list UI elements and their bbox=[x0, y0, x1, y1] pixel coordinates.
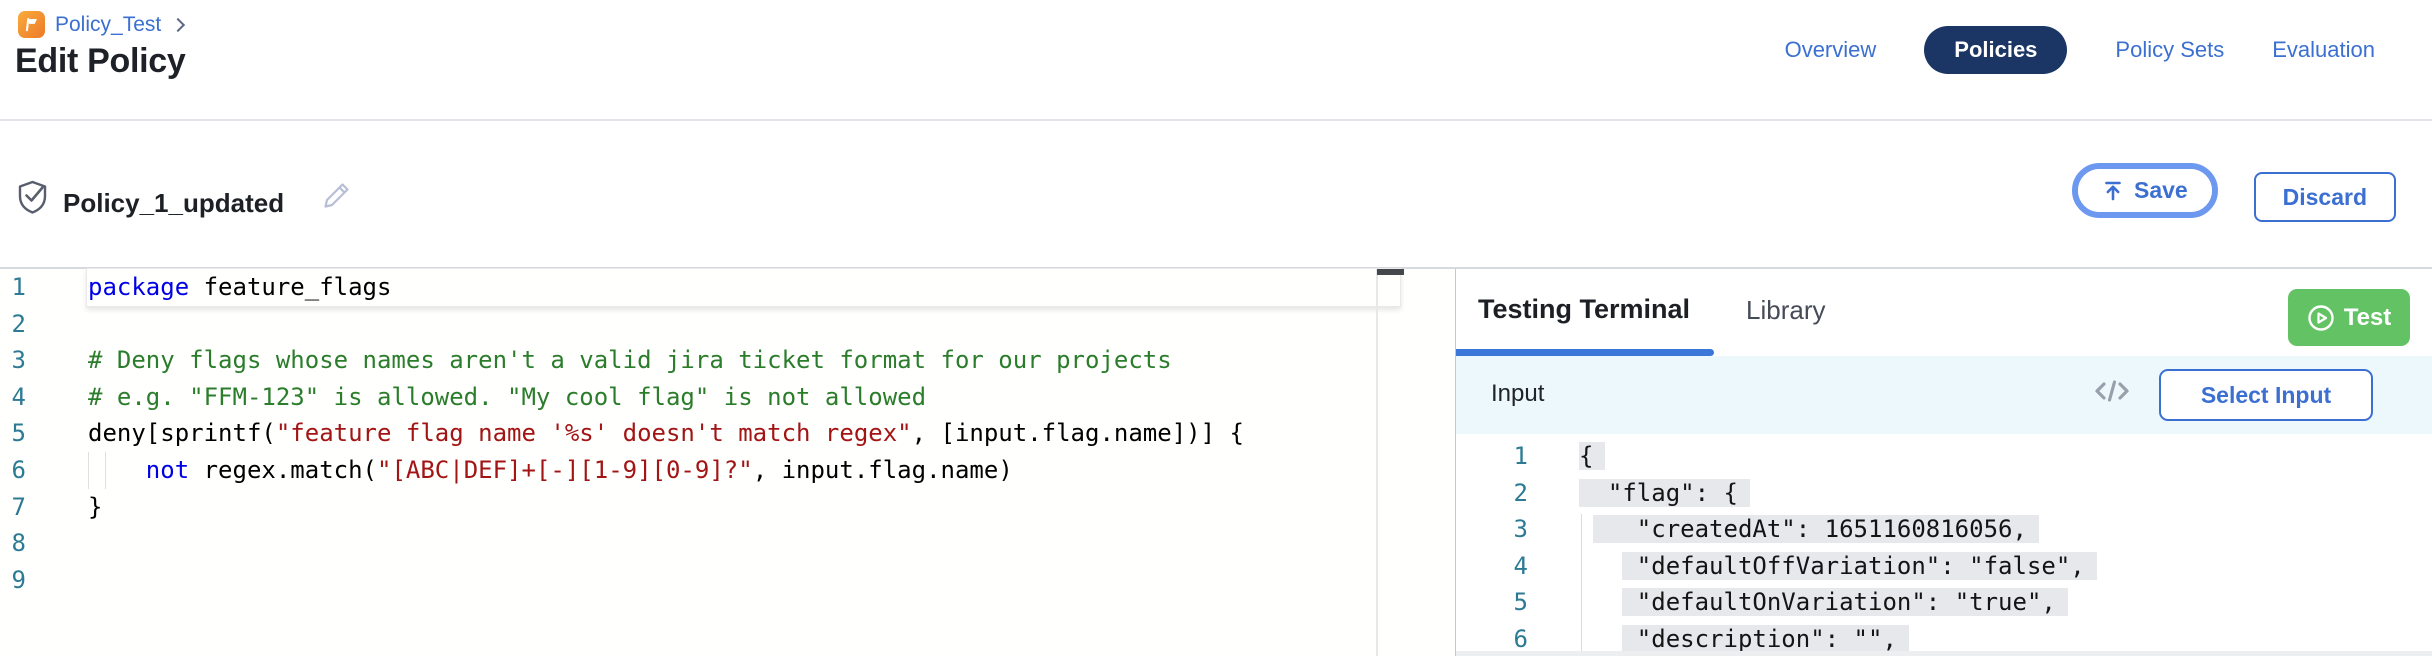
breadcrumb: Policy_Test bbox=[18, 11, 183, 38]
save-button-focus-ring: Save bbox=[2072, 163, 2218, 218]
json-text: "createdAt": 1651160816056, bbox=[1579, 511, 2039, 548]
nav-item-evaluation[interactable]: Evaluation bbox=[2272, 37, 2375, 63]
page-title: Edit Policy bbox=[15, 42, 186, 81]
edit-policy-page: Policy_Test Edit Policy Overview Policie… bbox=[0, 0, 2432, 656]
flag-glyph bbox=[22, 15, 41, 34]
line-number: 4 bbox=[1456, 548, 1528, 585]
upload-arrow-icon bbox=[2102, 180, 2124, 202]
input-editor-hscrollbar[interactable] bbox=[1456, 651, 2432, 656]
json-line[interactable]: 2 "flag": { bbox=[1456, 475, 2432, 512]
editor-scrollbar-track bbox=[1376, 269, 1378, 656]
discard-button[interactable]: Discard bbox=[2254, 172, 2396, 222]
json-line[interactable]: 3 "createdAt": 1651160816056, bbox=[1456, 511, 2432, 548]
line-number: 2 bbox=[0, 306, 26, 343]
line-number: 6 bbox=[0, 452, 26, 489]
code-text: } bbox=[88, 489, 102, 526]
testing-panel: Testing Terminal Library Test Input S bbox=[1455, 269, 2432, 656]
testing-panel-tabs: Testing Terminal Library Test bbox=[1456, 269, 2432, 356]
line-number: 5 bbox=[0, 415, 26, 452]
tab-library[interactable]: Library bbox=[1746, 295, 1825, 326]
code-line[interactable]: 3 # Deny flags whose names aren't a valid… bbox=[0, 342, 1455, 379]
input-json-editor[interactable]: 1{2 "flag": {3 "createdAt": 165116081605… bbox=[1456, 434, 2432, 656]
json-text: "defaultOnVariation": "true", bbox=[1579, 584, 2068, 621]
json-lines: 1{2 "flag": {3 "createdAt": 165116081605… bbox=[1456, 438, 2432, 656]
save-button[interactable]: Save bbox=[2078, 169, 2212, 212]
chevron-right-icon bbox=[171, 17, 185, 31]
select-input-button[interactable]: Select Input bbox=[2159, 369, 2373, 421]
policy-shield-check-icon bbox=[17, 180, 48, 215]
json-line[interactable]: 4 "defaultOffVariation": "false", bbox=[1456, 548, 2432, 585]
play-circle-icon bbox=[2307, 304, 2335, 332]
code-line[interactable]: 9 bbox=[0, 562, 1455, 599]
line-number: 7 bbox=[0, 489, 26, 526]
code-text: deny[sprintf("feature flag name '%s' doe… bbox=[88, 415, 1244, 452]
code-text: package feature_flags bbox=[88, 269, 391, 306]
code-line[interactable]: 4 # e.g. "FFM-123" is allowed. "My cool f… bbox=[0, 379, 1455, 416]
line-number: 3 bbox=[1456, 511, 1528, 548]
line-number: 8 bbox=[0, 525, 26, 562]
input-label: Input bbox=[1491, 380, 1544, 408]
nav-item-overview[interactable]: Overview bbox=[1785, 37, 1877, 63]
code-line[interactable]: 2 bbox=[0, 306, 1455, 343]
input-header-bar: Input Select Input bbox=[1456, 356, 2432, 434]
code-line[interactable]: 7} bbox=[0, 489, 1455, 526]
header-divider bbox=[0, 119, 2432, 121]
save-button-label: Save bbox=[2134, 177, 2188, 204]
line-number: 5 bbox=[1456, 584, 1528, 621]
code-line[interactable]: 6 not regex.match("[ABC|DEF]+[-][1-9][0-… bbox=[0, 452, 1455, 489]
test-button[interactable]: Test bbox=[2288, 289, 2410, 346]
line-number: 2 bbox=[1456, 475, 1528, 512]
policy-name: Policy_1_updated bbox=[63, 188, 284, 219]
code-line[interactable]: 5 deny[sprintf("feature flag name '%s' do… bbox=[0, 415, 1455, 452]
code-view-icon[interactable] bbox=[2092, 376, 2132, 406]
edit-name-pencil-icon[interactable] bbox=[320, 179, 353, 212]
code-line[interactable]: 8 bbox=[0, 525, 1455, 562]
line-number: 4 bbox=[0, 379, 26, 416]
project-logo-icon bbox=[18, 11, 45, 38]
nav-item-policies-active[interactable]: Policies bbox=[1924, 26, 2067, 74]
json-text: "flag": { bbox=[1579, 475, 1750, 512]
active-tab-underline bbox=[1456, 349, 1714, 356]
json-line[interactable]: 5 "defaultOnVariation": "true", bbox=[1456, 584, 2432, 621]
line-number: 1 bbox=[1456, 438, 1528, 475]
tab-testing-terminal[interactable]: Testing Terminal bbox=[1478, 294, 1690, 325]
line-number: 9 bbox=[0, 562, 26, 599]
policy-code-editor[interactable]: 1 package feature_flags 23 # Deny flags who… bbox=[0, 269, 1455, 656]
line-number: 3 bbox=[0, 342, 26, 379]
nav-item-policy-sets[interactable]: Policy Sets bbox=[2115, 37, 2224, 63]
json-text: { bbox=[1579, 438, 1605, 475]
test-button-label: Test bbox=[2344, 304, 2392, 332]
json-line[interactable]: 1{ bbox=[1456, 438, 2432, 475]
code-text: # e.g. "FFM-123" is allowed. "My cool fl… bbox=[88, 379, 926, 416]
code-text: not regex.match("[ABC|DEF]+[-][1-9][0-9]… bbox=[88, 452, 1013, 489]
json-text: "defaultOffVariation": "false", bbox=[1579, 548, 2097, 585]
breadcrumb-project-link[interactable]: Policy_Test bbox=[55, 13, 161, 37]
code-line[interactable]: 1 package feature_flags bbox=[0, 269, 1455, 306]
editor-scrollbar-thumb[interactable] bbox=[1377, 269, 1404, 275]
top-nav: Overview Policies Policy Sets Evaluation bbox=[1785, 26, 2375, 74]
code-text: # Deny flags whose names aren't a valid … bbox=[88, 342, 1172, 379]
code-lines: 1 package feature_flags 23 # Deny flags who… bbox=[0, 269, 1455, 598]
line-number: 1 bbox=[0, 269, 26, 306]
